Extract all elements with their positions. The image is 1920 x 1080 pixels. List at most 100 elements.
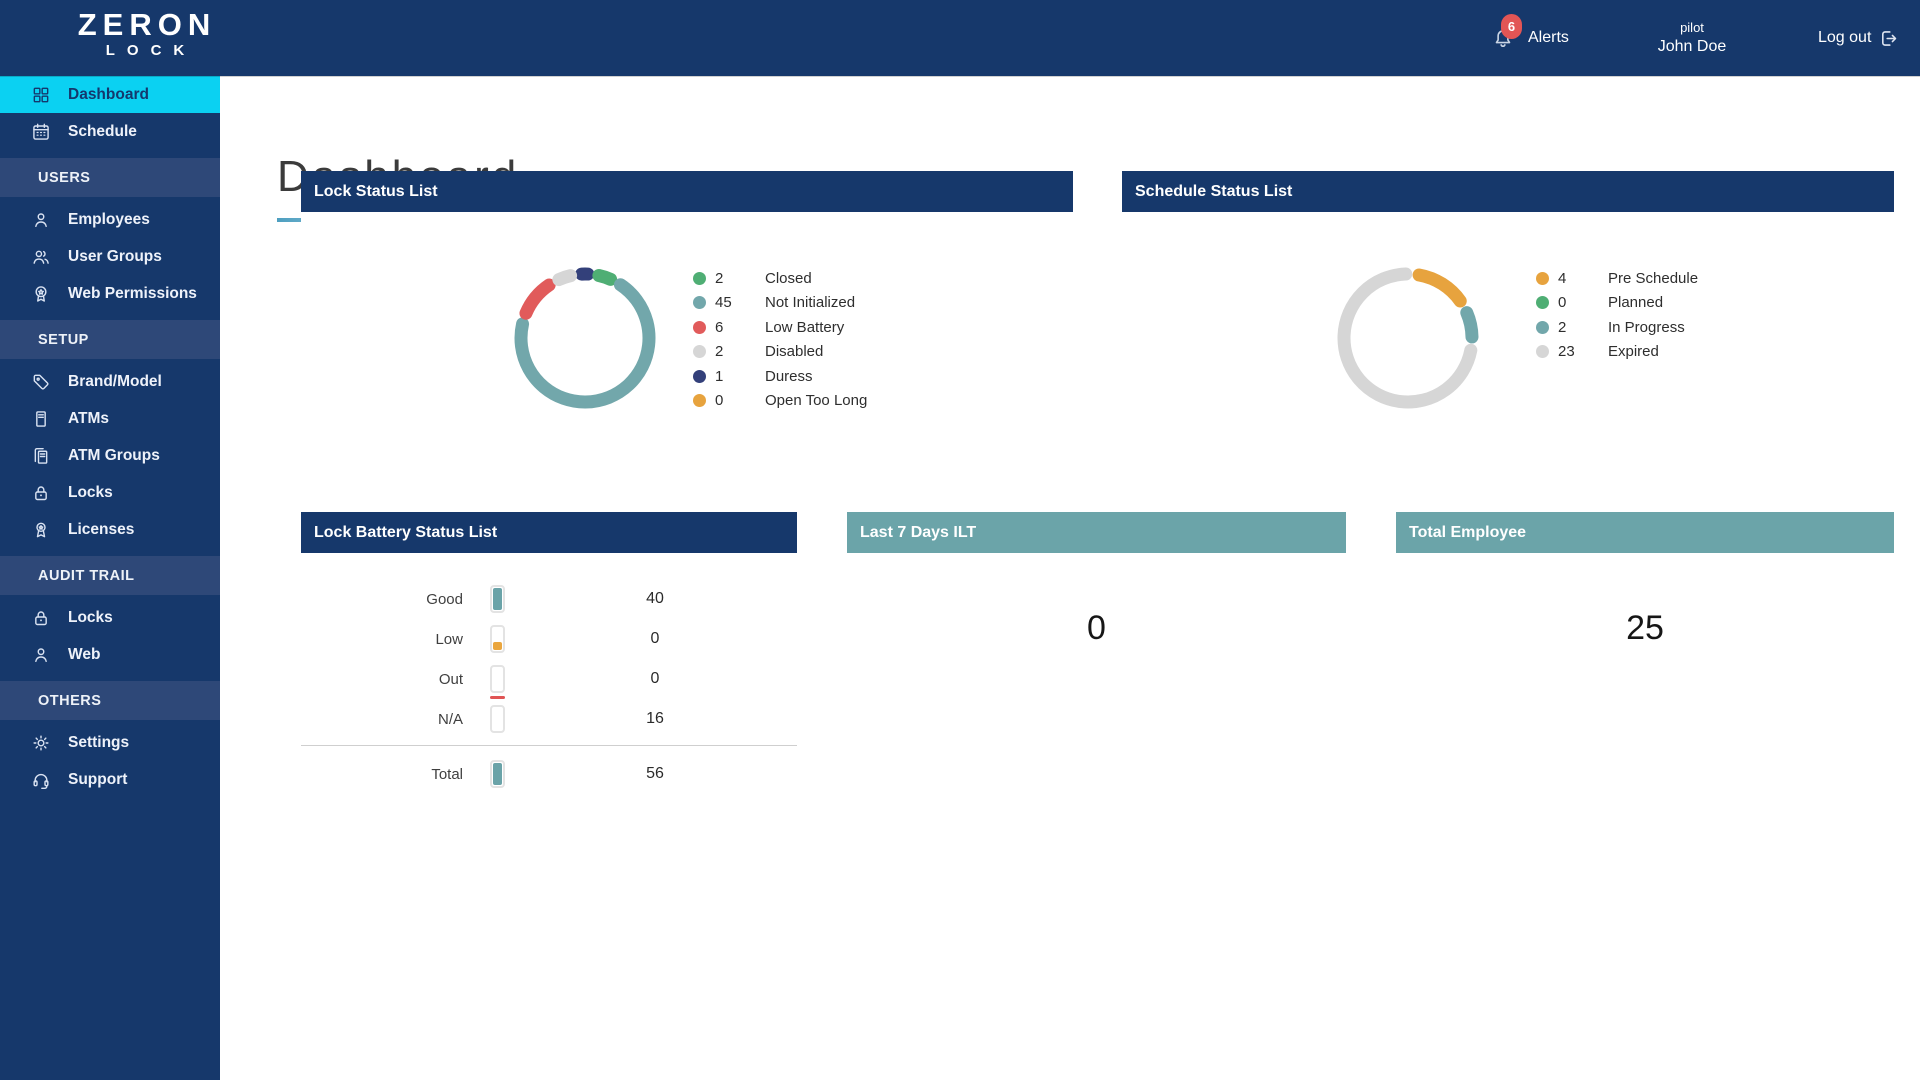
legend-dot — [693, 272, 706, 285]
donut-segment — [526, 285, 549, 313]
battery-row-label: N/A — [301, 711, 463, 728]
sidebar-item-user-groups[interactable]: User Groups — [0, 238, 220, 275]
sidebar-item-label: Schedule — [68, 123, 137, 141]
sidebar-item-schedule[interactable]: Schedule — [0, 113, 220, 150]
alerts-label: Alerts — [1528, 29, 1569, 47]
user-role: pilot — [1680, 19, 1704, 36]
battery-divider — [301, 745, 797, 746]
legend-item: 0Planned — [1536, 291, 1698, 316]
legend-item: 6Low Battery — [693, 315, 867, 340]
legend-dot — [1536, 296, 1549, 309]
user-menu[interactable]: pilot John Doe — [1628, 0, 1756, 76]
legend-label: Pre Schedule — [1608, 270, 1698, 287]
sidebar-section-others: OTHERS — [0, 681, 220, 720]
battery-total-label: Total — [301, 766, 463, 783]
legend-value: 45 — [715, 294, 765, 311]
sidebar-item-brand-model[interactable]: Brand/Model — [0, 363, 220, 400]
sidebar-item-settings[interactable]: Settings — [0, 724, 220, 761]
sidebar-item-audit-locks[interactable]: Locks — [0, 599, 220, 636]
rosette-star-icon — [31, 284, 51, 304]
sidebar-item-employees[interactable]: Employees — [0, 201, 220, 238]
battery-full-icon — [490, 760, 505, 788]
sidebar-item-label: Locks — [68, 609, 113, 627]
legend-label: Duress — [765, 368, 813, 385]
battery-total-value: 56 — [555, 765, 755, 783]
legend-value: 6 — [715, 319, 765, 336]
battery-row-label: Good — [301, 591, 463, 608]
sidebar-item-locks[interactable]: Locks — [0, 474, 220, 511]
legend-value: 0 — [1558, 294, 1608, 311]
battery-rows: Good40Low0Out0N/A16 — [301, 553, 797, 739]
brand-logo: ZERON LOCK — [52, 9, 242, 60]
dashboard-grid-icon — [31, 85, 51, 105]
brand-sub: LOCK — [52, 42, 242, 60]
sidebar-section-users: USERS — [0, 158, 220, 197]
battery-low-icon — [490, 625, 505, 653]
legend-dot — [693, 345, 706, 358]
lock-status-legend: 2Closed45Not Initialized6Low Battery2Dis… — [693, 266, 867, 413]
battery-row-out: Out0 — [301, 659, 797, 699]
legend-value: 0 — [715, 392, 765, 409]
lock-status-card: Lock Status List 2Closed 45Not Initialize… — [301, 171, 1073, 471]
sidebar: Dashboard Schedule USERS EmployeesUser Grou… — [0, 76, 220, 1080]
total-employee-card: Total Employee 25 — [1396, 512, 1894, 812]
battery-row-value: 0 — [555, 630, 755, 648]
bell-icon: 6 — [1490, 25, 1516, 51]
sidebar-item-dashboard[interactable]: Dashboard — [0, 76, 220, 113]
sidebar-item-label: Support — [68, 771, 127, 789]
schedule-status-legend: 4Pre Schedule0Planned2In Progress23Expir… — [1536, 266, 1698, 364]
legend-value: 2 — [715, 270, 765, 287]
battery-out-icon — [490, 665, 505, 693]
sidebar-item-web-permissions[interactable]: Web Permissions — [0, 275, 220, 312]
battery-row-good: Good40 — [301, 579, 797, 619]
battery-row-na: N/A16 — [301, 699, 797, 739]
legend-label: Not Initialized — [765, 294, 855, 311]
legend-dot — [1536, 321, 1549, 334]
legend-label: Disabled — [765, 343, 823, 360]
sidebar-item-support[interactable]: Support — [0, 761, 220, 798]
logout-button[interactable]: Log out — [1818, 0, 1899, 76]
sidebar-item-atm-groups[interactable]: ATM Groups — [0, 437, 220, 474]
legend-item: 2Closed — [693, 266, 867, 291]
sidebar-item-audit-web[interactable]: Web — [0, 636, 220, 673]
lock-battery-card-header: Lock Battery Status List — [301, 512, 797, 553]
gear-icon — [31, 733, 51, 753]
sidebar-item-atms[interactable]: ATMs — [0, 400, 220, 437]
legend-value: 2 — [1558, 319, 1608, 336]
sidebar-item-label: ATM Groups — [68, 447, 160, 465]
alerts-button[interactable]: 6 Alerts — [1490, 0, 1569, 76]
legend-value: 23 — [1558, 343, 1608, 360]
legend-label: Open Too Long — [765, 392, 867, 409]
legend-label: In Progress — [1608, 319, 1685, 336]
battery-row-value: 0 — [555, 670, 755, 688]
donut-segment — [1419, 275, 1460, 301]
tag-icon — [31, 372, 51, 392]
calendar-icon — [31, 122, 51, 142]
sidebar-item-label: Settings — [68, 734, 129, 752]
padlock-icon — [31, 608, 51, 628]
sidebar-item-label: Web — [68, 646, 100, 664]
legend-label: Low Battery — [765, 319, 844, 336]
user-name: John Doe — [1658, 36, 1727, 57]
atm-group-icon — [31, 446, 51, 466]
sidebar-item-label: Locks — [68, 484, 113, 502]
lock-status-donut-chart — [495, 248, 675, 428]
battery-full-icon — [490, 585, 505, 613]
sidebar-item-licenses[interactable]: Licenses — [0, 511, 220, 548]
legend-item: 23Expired — [1536, 340, 1698, 365]
lock-status-card-header: Lock Status List — [301, 171, 1073, 212]
sidebar-item-label: Licenses — [68, 521, 134, 539]
legend-item: 1Duress — [693, 364, 867, 389]
schedule-status-card: Schedule Status List 4Pre Schedule0Plann… — [1122, 171, 1894, 471]
atm-machine-icon — [31, 409, 51, 429]
legend-item: 0Open Too Long — [693, 389, 867, 414]
legend-dot — [693, 296, 706, 309]
battery-empty-icon — [490, 705, 505, 733]
legend-value: 4 — [1558, 270, 1608, 287]
legend-value: 2 — [715, 343, 765, 360]
legend-value: 1 — [715, 368, 765, 385]
ilt-value: 0 — [847, 609, 1346, 648]
headset-icon — [31, 770, 51, 790]
battery-row-label: Low — [301, 631, 463, 648]
legend-item: 4Pre Schedule — [1536, 266, 1698, 291]
